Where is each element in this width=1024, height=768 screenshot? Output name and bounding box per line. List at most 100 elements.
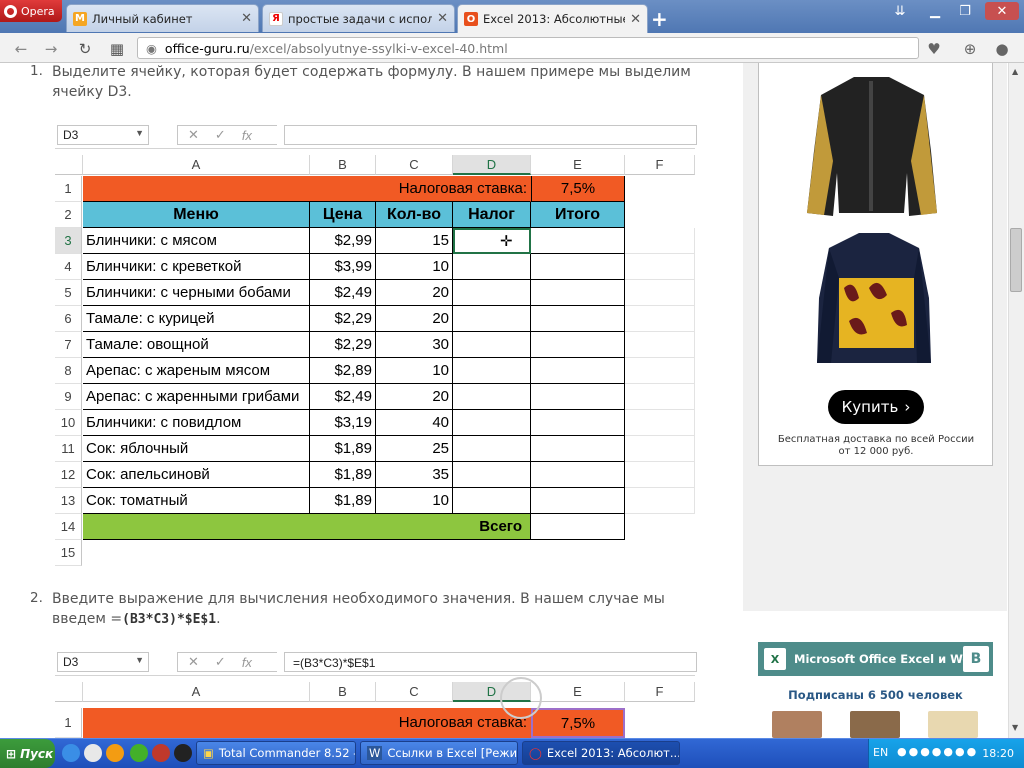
language-indicator[interactable]: EN bbox=[873, 746, 888, 759]
opera-menu-button[interactable]: Opera bbox=[0, 0, 62, 22]
system-tray: EN ●●●●●●● 18:20 bbox=[868, 739, 1024, 768]
row-header: 10 bbox=[55, 410, 82, 436]
task-opera[interactable]: ◯ Excel 2013: Абсолют... bbox=[522, 741, 680, 765]
total-cell bbox=[531, 358, 625, 384]
explorer-icon[interactable] bbox=[84, 744, 102, 762]
download-icon[interactable]: ⊕ bbox=[961, 40, 979, 58]
task-total-commander[interactable]: ▣ Total Commander 8.52 - ... bbox=[196, 741, 356, 765]
total-cell bbox=[531, 410, 625, 436]
price-cell: $1,89 bbox=[310, 436, 376, 462]
avatar[interactable] bbox=[850, 711, 900, 738]
header-cell: Налог bbox=[453, 202, 531, 228]
row-header: 3 bbox=[55, 228, 82, 254]
ie-icon[interactable] bbox=[62, 744, 80, 762]
column-header-c: C bbox=[376, 682, 453, 702]
bookmark-heart-icon[interactable]: ♥ bbox=[925, 40, 943, 58]
menu-item-cell: Сок: томатный bbox=[83, 488, 310, 514]
restore-icon[interactable]: ❐ bbox=[952, 2, 978, 20]
cancel-icon: ✕ bbox=[188, 127, 199, 142]
qty-cell: 20 bbox=[376, 280, 453, 306]
opera-logo-icon bbox=[4, 4, 17, 18]
start-label: Пуск bbox=[20, 746, 54, 761]
qty-cell: 10 bbox=[376, 358, 453, 384]
tab-title: простые задачи с использо bbox=[288, 11, 433, 26]
back-icon[interactable]: ← bbox=[12, 40, 30, 58]
ad-banner[interactable]: Купить › Бесплатная доставка по всей Росс… bbox=[758, 63, 993, 466]
jacket-image bbox=[807, 77, 937, 363]
select-all-corner bbox=[55, 682, 83, 702]
tax-cell bbox=[453, 488, 531, 514]
subscribers-count[interactable]: Подписаны 6 500 человек bbox=[758, 688, 993, 702]
qty-cell: 15 bbox=[376, 228, 453, 254]
minimize-icon[interactable]: ▁ bbox=[922, 2, 948, 20]
close-tab-icon[interactable]: ✕ bbox=[630, 12, 641, 27]
start-button[interactable]: ⊞ Пуск bbox=[0, 739, 55, 768]
tax-rate-cell: 7,5% bbox=[531, 708, 625, 738]
tab-simple-tasks[interactable]: Я простые задачи с использо ✕ bbox=[262, 4, 455, 32]
speed-dial-icon[interactable]: ▦ bbox=[108, 40, 126, 58]
formula-input: =(B3*C3)*$E$1 bbox=[284, 652, 697, 672]
widget-header[interactable]: X Microsoft Office Excel и Word B bbox=[758, 642, 993, 676]
tax-cell bbox=[453, 254, 531, 280]
tab-menu-icon[interactable]: ⇊ bbox=[887, 2, 913, 20]
close-tab-icon[interactable]: ✕ bbox=[437, 11, 448, 26]
total-cell bbox=[531, 436, 625, 462]
tax-cell bbox=[453, 462, 531, 488]
site-info-icon[interactable]: ◉ bbox=[146, 41, 157, 56]
new-tab-button[interactable]: + bbox=[651, 7, 668, 31]
tax-cell bbox=[453, 410, 531, 436]
account-icon[interactable]: ● bbox=[993, 40, 1011, 58]
reload-icon[interactable]: ↻ bbox=[76, 40, 94, 58]
vk-logo-icon[interactable]: B bbox=[963, 646, 989, 672]
quicklaunch-icon[interactable] bbox=[174, 744, 192, 762]
tray-icons[interactable]: ●●●●●●● bbox=[897, 745, 978, 758]
price-cell: $2,29 bbox=[310, 332, 376, 358]
row-header: 14 bbox=[55, 514, 82, 540]
dropdown-icon: ▼ bbox=[135, 655, 144, 665]
close-tab-icon[interactable]: ✕ bbox=[241, 11, 252, 26]
office-favicon-icon: O bbox=[464, 12, 478, 26]
firefox-icon[interactable] bbox=[106, 744, 124, 762]
forward-icon[interactable]: → bbox=[42, 40, 60, 58]
empty-cell bbox=[625, 410, 695, 436]
opera-quicklaunch-icon[interactable] bbox=[152, 744, 170, 762]
buy-button[interactable]: Купить › bbox=[828, 390, 924, 424]
formula-buttons: ✕ ✓ fx bbox=[177, 652, 277, 672]
column-header-b: B bbox=[310, 155, 376, 175]
total-cell bbox=[531, 332, 625, 358]
header-cell: Кол-во bbox=[376, 202, 453, 228]
scroll-up-icon[interactable]: ▲ bbox=[1012, 67, 1018, 76]
cursor-highlight bbox=[500, 677, 542, 719]
yandex-favicon-icon: Я bbox=[269, 11, 283, 26]
tax-cell bbox=[453, 306, 531, 332]
widget-title: Microsoft Office Excel и Word bbox=[794, 652, 985, 666]
task-word[interactable]: W Ссылки в Excel [Режим ... bbox=[360, 741, 518, 765]
scrollbar-thumb[interactable] bbox=[1010, 228, 1022, 292]
vertical-scrollbar[interactable]: ▲ ▼ bbox=[1008, 63, 1024, 738]
avatar[interactable] bbox=[928, 711, 978, 738]
empty-cell bbox=[625, 358, 695, 384]
scroll-down-icon[interactable]: ▼ bbox=[1012, 723, 1018, 732]
qty-cell: 20 bbox=[376, 384, 453, 410]
total-cell bbox=[531, 488, 625, 514]
close-window-icon[interactable]: ✕ bbox=[985, 2, 1019, 20]
row-header: 2 bbox=[55, 202, 82, 228]
address-field[interactable]: ◉ office-guru.ru/excel/absolyutnye-ssylk… bbox=[137, 37, 919, 59]
tab-excel-absolute[interactable]: O Excel 2013: Абсолютные сс ✕ bbox=[457, 4, 648, 33]
windows-logo-icon: ⊞ bbox=[6, 746, 17, 761]
price-cell: $2,49 bbox=[310, 280, 376, 306]
total-cell bbox=[531, 280, 625, 306]
avatar[interactable] bbox=[772, 711, 822, 738]
tax-cell bbox=[453, 436, 531, 462]
tax-cell bbox=[453, 280, 531, 306]
icq-icon[interactable] bbox=[130, 744, 148, 762]
qty-cell: 30 bbox=[376, 332, 453, 358]
price-cell: $1,89 bbox=[310, 462, 376, 488]
word-icon: W bbox=[367, 746, 383, 760]
step-number: 2. bbox=[30, 590, 43, 606]
menu-item-cell: Тамале: овощной bbox=[83, 332, 310, 358]
tab-personal-account[interactable]: М Личный кабинет ✕ bbox=[66, 4, 259, 32]
empty-cell bbox=[625, 306, 695, 332]
column-header-c: C bbox=[376, 155, 453, 175]
tab-title: Excel 2013: Абсолютные сс bbox=[483, 12, 626, 26]
